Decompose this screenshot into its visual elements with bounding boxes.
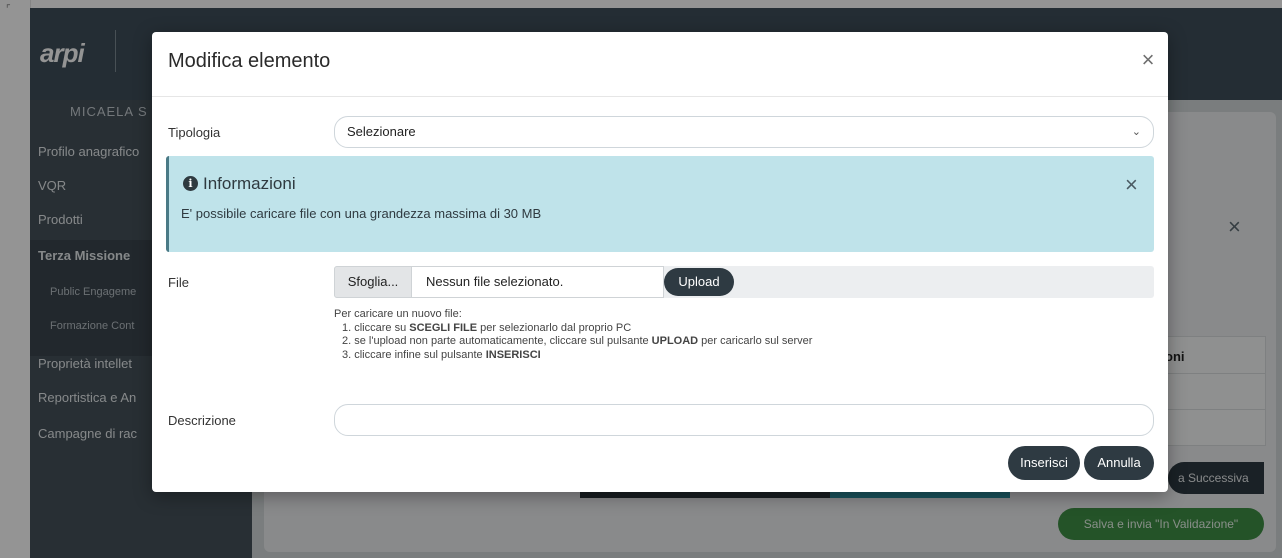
info-icon: i [183,176,198,191]
tipologia-select[interactable]: Selezionare ⌄ [334,116,1154,148]
alert-text: E' possibile caricare file con una grand… [181,206,542,221]
chevron-down-icon: ⌄ [1131,126,1141,138]
descrizione-label: Descrizione [168,413,236,428]
step-1-text: 1. cliccare su [342,321,410,334]
close-icon[interactable]: × [1138,49,1158,71]
tipologia-selected-value: Selezionare [347,124,416,139]
browse-button[interactable]: Sfoglia... [334,266,412,298]
screen: ⌜ arpi MICAELA S Profilo anagrafico VQR … [0,0,1282,558]
step-3-bold: INSERISCI [485,348,541,361]
modal-header: Modifica elemento × [152,32,1168,97]
alert-title: Informazioni [203,174,296,193]
step-2-bold: UPLOAD [651,335,699,347]
descrizione-input[interactable] [334,404,1154,436]
selected-file-name: Nessun file selezionato. [412,266,664,298]
alert-close-icon[interactable]: × [1125,172,1138,198]
step-1-text-end: per selezionarlo dal proprio PC [477,321,632,334]
instruction-step-2: 2. se l'upload non parte automaticamente… [334,335,812,349]
step-1-bold: SCEGLI FILE [409,321,478,334]
file-label: File [168,275,189,290]
modal-title: Modifica elemento [168,50,331,72]
instruction-step-1: 1. cliccare su SCEGLI FILE per seleziona… [334,322,812,336]
tipologia-label: Tipologia [168,125,221,140]
info-alert: i Informazioni E' possibile caricare fil… [166,156,1154,252]
upload-instructions: Per caricare un nuovo file: 1. cliccare … [334,308,812,362]
file-input-group: Sfoglia... Nessun file selezionato. Uplo… [334,266,1154,298]
edit-element-modal: Modifica elemento × Tipologia Selezionar… [152,32,1168,492]
step-3-text: 3. cliccare infine sul pulsante [342,348,486,361]
upload-button[interactable]: Upload [664,268,734,296]
step-2-text-end: per caricarlo sul server [698,335,813,347]
insert-button[interactable]: Inserisci [1008,446,1080,480]
step-2-text: 2. se l'upload non parte automaticamente… [342,335,652,347]
instruction-step-3: 3. cliccare infine sul pulsante INSERISC… [334,349,812,363]
instructions-intro: Per caricare un nuovo file: [334,308,462,320]
cancel-button[interactable]: Annulla [1084,446,1154,480]
